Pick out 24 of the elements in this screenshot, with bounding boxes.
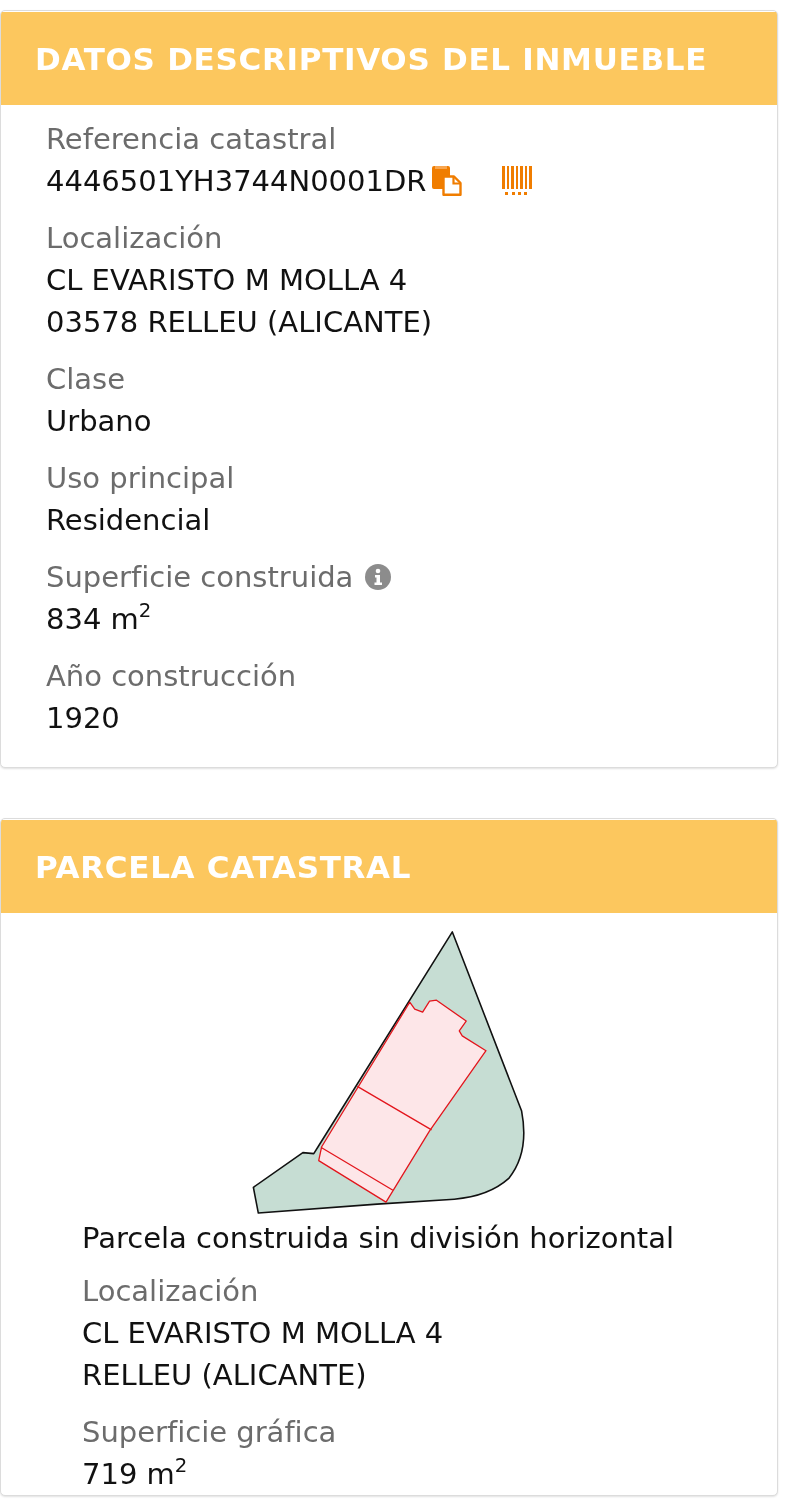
field-label: Superficie gráfica <box>82 1414 337 1451</box>
field-value: CL EVARISTO M MOLLA 4 <box>46 262 408 299</box>
field-value: Urbano <box>46 403 152 440</box>
section-title: DATOS DESCRIPTIVOS DEL INMUEBLE <box>35 39 708 78</box>
field-value: Residencial <box>46 502 211 539</box>
field-value: RELLEU (ALICANTE) <box>82 1357 367 1394</box>
field-value: CL EVARISTO M MOLLA 4 <box>82 1315 444 1352</box>
field-label: Superficie construida <box>46 559 354 596</box>
field-value: 1920 <box>46 700 120 737</box>
section-title: PARCELA CATASTRAL <box>35 847 412 886</box>
field-label: Referencia catastral <box>46 121 337 158</box>
field-value: 834 m$^{2}$ <box>46 598 152 638</box>
field-value: 03578 RELLEU (ALICANTE) <box>46 304 433 341</box>
copy-icon[interactable] <box>432 166 463 196</box>
field-label: Clase <box>46 361 126 398</box>
field-value: 719 m$^{2}$ <box>82 1453 188 1493</box>
field-label: Localización <box>82 1273 259 1310</box>
field-label: Año construcción <box>46 658 297 695</box>
field-label: Localización <box>46 220 223 257</box>
parcel-caption: Parcela construida sin división horizontal <box>82 1220 675 1257</box>
info-icon[interactable] <box>365 564 392 590</box>
reference-number: 4446501YH3744N0001DR <box>46 163 427 200</box>
field-label: Uso principal <box>46 460 235 497</box>
barcode-icon[interactable] <box>502 166 533 196</box>
